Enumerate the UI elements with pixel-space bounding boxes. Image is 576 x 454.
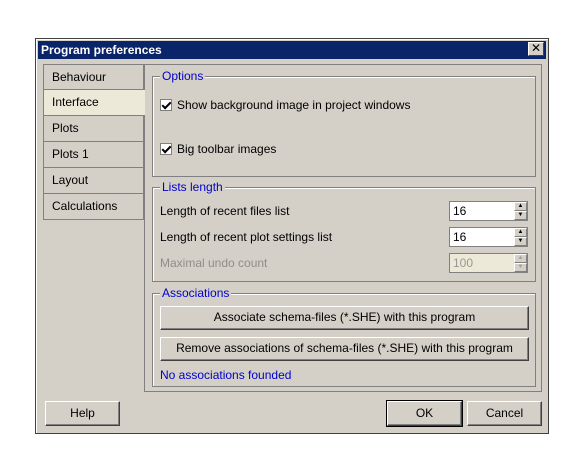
- max-undo-value: 100: [453, 256, 474, 270]
- show-bg-image-checkbox[interactable]: [160, 99, 172, 111]
- associations-group: Associations Associate schema-files (*.S…: [152, 286, 536, 387]
- cancel-button[interactable]: Cancel: [467, 401, 542, 426]
- recent-plot-settings-label: Length of recent plot settings list: [160, 230, 333, 244]
- tab-list: Behaviour Interface Plots Plots 1 Layout…: [43, 64, 145, 220]
- associate-button[interactable]: Associate schema-files (*.SHE) with this…: [160, 306, 529, 330]
- tab-layout[interactable]: Layout: [43, 168, 144, 194]
- preferences-dialog: Program preferences ✕ Behaviour Interfac…: [35, 38, 549, 434]
- tab-interface[interactable]: Interface: [43, 90, 145, 116]
- spin-up-icon: ▲: [514, 254, 527, 263]
- recent-files-label: Length of recent files list: [160, 204, 290, 218]
- max-undo-spinner: 100 ▲ ▼: [449, 253, 528, 273]
- help-button[interactable]: Help: [45, 401, 120, 426]
- spin-down-icon[interactable]: ▼: [514, 211, 527, 220]
- spin-down-icon[interactable]: ▼: [514, 237, 527, 246]
- recent-files-spinner[interactable]: 16 ▲ ▼: [449, 201, 528, 221]
- spin-down-icon: ▼: [514, 263, 527, 272]
- recent-plot-settings-value[interactable]: 16: [450, 228, 514, 246]
- recent-files-value[interactable]: 16: [450, 202, 514, 220]
- big-toolbar-row[interactable]: Big toolbar images: [160, 142, 276, 156]
- tab-plots-1[interactable]: Plots 1: [43, 142, 144, 168]
- recent-plot-settings-spinner[interactable]: 16 ▲ ▼: [449, 227, 528, 247]
- spin-up-icon[interactable]: ▲: [514, 228, 527, 237]
- interface-panel: Options Show background image in project…: [144, 64, 542, 392]
- title-bar[interactable]: Program preferences ✕: [38, 41, 546, 59]
- remove-associations-button[interactable]: Remove associations of schema-files (*.S…: [160, 337, 529, 361]
- max-undo-label: Maximal undo count: [160, 256, 268, 270]
- big-toolbar-label: Big toolbar images: [177, 142, 277, 156]
- tab-calculations[interactable]: Calculations: [43, 194, 144, 220]
- options-legend: Options: [160, 69, 206, 83]
- lists-length-legend: Lists length: [160, 180, 225, 194]
- ok-button[interactable]: OK: [386, 400, 463, 427]
- associations-status: No associations founded: [160, 368, 292, 382]
- tab-behaviour[interactable]: Behaviour: [43, 64, 144, 90]
- show-bg-image-label: Show background image in project windows: [177, 98, 411, 112]
- dialog-title: Program preferences: [41, 43, 162, 57]
- big-toolbar-checkbox[interactable]: [160, 143, 172, 155]
- close-icon[interactable]: ✕: [528, 42, 544, 56]
- spin-up-icon[interactable]: ▲: [514, 202, 527, 211]
- associations-legend: Associations: [160, 286, 232, 300]
- options-group: Options Show background image in project…: [152, 69, 536, 177]
- lists-length-group: Lists length Length of recent files list…: [152, 180, 536, 282]
- tab-plots[interactable]: Plots: [43, 116, 144, 142]
- show-bg-image-row[interactable]: Show background image in project windows: [160, 98, 410, 112]
